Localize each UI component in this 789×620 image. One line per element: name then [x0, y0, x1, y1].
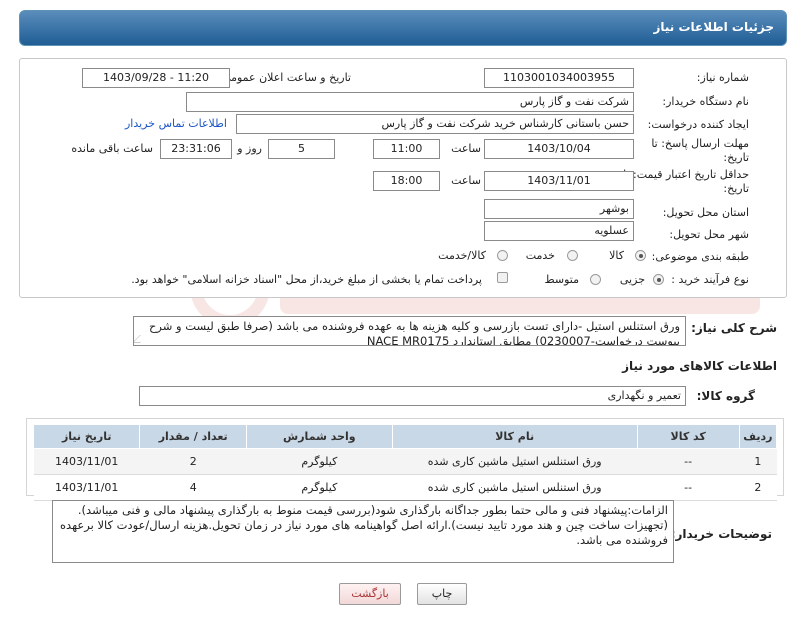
buyer-notes-label: توضیحات خریدار: — [670, 527, 772, 541]
items-table: ردیف کد کالا نام کالا واحد شمارش تعداد /… — [32, 424, 778, 501]
validity-time-field: 18:00 — [373, 171, 440, 191]
need-number-label: شماره نیاز: — [696, 71, 749, 84]
cell-date: 1403/11/01 — [33, 448, 140, 475]
buyer-notes-text: الزامات:پیشنهاد فنی و مالی حتما بطور جدا… — [60, 503, 668, 547]
cell-code: -- — [637, 474, 740, 501]
validity-label-line1: حداقل تاریخ اعتبار قیمت: تا — [623, 168, 749, 181]
days-label: روز و — [237, 142, 262, 155]
cell-idx: 1 — [739, 448, 777, 475]
cell-qty: 4 — [139, 474, 247, 501]
goods-group-label: گروه کالا: — [696, 389, 755, 403]
validity-time-label: ساعت — [451, 174, 481, 187]
goods-section-title: اطلاعات کالاهای مورد نیاز — [622, 359, 777, 373]
table-row: 1 -- ورق استنلس استیل ماشین کاری شده کیل… — [33, 448, 777, 475]
buyer-contact-link[interactable]: اطلاعات تماس خریدار — [125, 117, 227, 130]
category-option-goods: کالا — [609, 249, 624, 262]
col-date: تاریخ نیاز — [32, 424, 141, 449]
header-panel: جزئیات اطلاعات نیاز — [19, 10, 787, 46]
category-label: طبقه بندی موضوعی: — [651, 250, 749, 263]
category-option-goods-service: کالا/خدمت — [438, 249, 486, 262]
cell-code: -- — [637, 448, 740, 475]
category-radio-service[interactable] — [567, 250, 578, 261]
category-option-service: خدمت — [525, 249, 555, 262]
process-option-minor: جزیی — [619, 273, 645, 286]
cell-unit: کیلوگرم — [246, 474, 393, 501]
process-radio-minor[interactable] — [653, 274, 664, 285]
cell-name: ورق استنلس استیل ماشین کاری شده — [392, 448, 638, 475]
validity-date-field: 1403/11/01 — [484, 171, 634, 191]
deadline-label-line2: تاریخ: — [723, 151, 749, 164]
process-radio-medium[interactable] — [590, 274, 601, 285]
province-label: استان محل تحویل: — [662, 206, 749, 219]
resize-grip-icon[interactable] — [134, 335, 148, 343]
description-textarea: ورق استنلس استیل -دارای تست بازرسی و کلی… — [133, 316, 686, 346]
days-field: 5 — [268, 139, 335, 159]
announce-label: تاریخ و ساعت اعلان عمومی: — [218, 71, 351, 84]
cell-date: 1403/11/01 — [33, 474, 140, 501]
print-button[interactable]: چاپ — [417, 583, 467, 605]
items-table-header: ردیف کد کالا نام کالا واحد شمارش تعداد /… — [32, 424, 778, 449]
need-number-field: 1103001034003955 — [484, 68, 634, 88]
cell-name: ورق استنلس استیل ماشین کاری شده — [392, 474, 638, 501]
cell-unit: کیلوگرم — [246, 448, 393, 475]
buyer-org-field: شرکت نفت و گاز پارس — [186, 92, 634, 112]
buyer-org-label: نام دستگاه خریدار: — [662, 95, 749, 108]
province-field: بوشهر — [484, 199, 634, 219]
payment-note: پرداخت تمام یا بخشی از مبلغ خرید،از محل … — [131, 273, 482, 286]
process-label: نوع فرآیند خرید : — [671, 273, 749, 286]
cell-idx: 2 — [739, 474, 777, 501]
col-row: ردیف — [738, 424, 778, 449]
description-text: ورق استنلس استیل -دارای تست بازرسی و کلی… — [148, 319, 680, 346]
deadline-label-line1: مهلت ارسال پاسخ: تا — [651, 137, 749, 150]
buyer-notes-textarea: الزامات:پیشنهاد فنی و مالی حتما بطور جدا… — [52, 500, 674, 563]
col-qty: تعداد / مقدار — [139, 424, 247, 449]
requester-field: حسن باستانی کارشناس خرید شرکت نفت و گاز … — [236, 114, 634, 134]
page-title: جزئیات اطلاعات نیاز — [653, 20, 774, 34]
col-unit: واحد شمارش — [245, 424, 393, 449]
cell-qty: 2 — [139, 448, 247, 475]
col-name: نام کالا — [391, 424, 638, 449]
category-radio-goods-service[interactable] — [497, 250, 508, 261]
col-code: کد کالا — [636, 424, 740, 449]
announce-datetime-field: 1403/09/28 - 11:20 — [82, 68, 230, 88]
remaining-time-field: 23:31:06 — [160, 139, 232, 159]
back-button[interactable]: بازگشت — [339, 583, 401, 605]
deadline-date-field: 1403/10/04 — [484, 139, 634, 159]
requester-label: ایجاد کننده درخواست: — [647, 118, 749, 131]
remaining-label: ساعت باقی مانده — [71, 142, 153, 155]
deadline-time-field: 11:00 — [373, 139, 440, 159]
description-label: شرح کلی نیاز: — [691, 321, 777, 335]
goods-group-field: تعمیر و نگهداری — [139, 386, 686, 406]
city-field: عسلویه — [484, 221, 634, 241]
payment-treasury-checkbox[interactable] — [497, 272, 508, 283]
validity-label-line2: تاریخ: — [723, 182, 749, 195]
process-option-medium: متوسط — [544, 273, 579, 286]
deadline-time-label: ساعت — [451, 142, 481, 155]
category-radio-goods[interactable] — [635, 250, 646, 261]
table-row: 2 -- ورق استنلس استیل ماشین کاری شده کیل… — [33, 474, 777, 501]
city-label: شهر محل تحویل: — [669, 228, 749, 241]
